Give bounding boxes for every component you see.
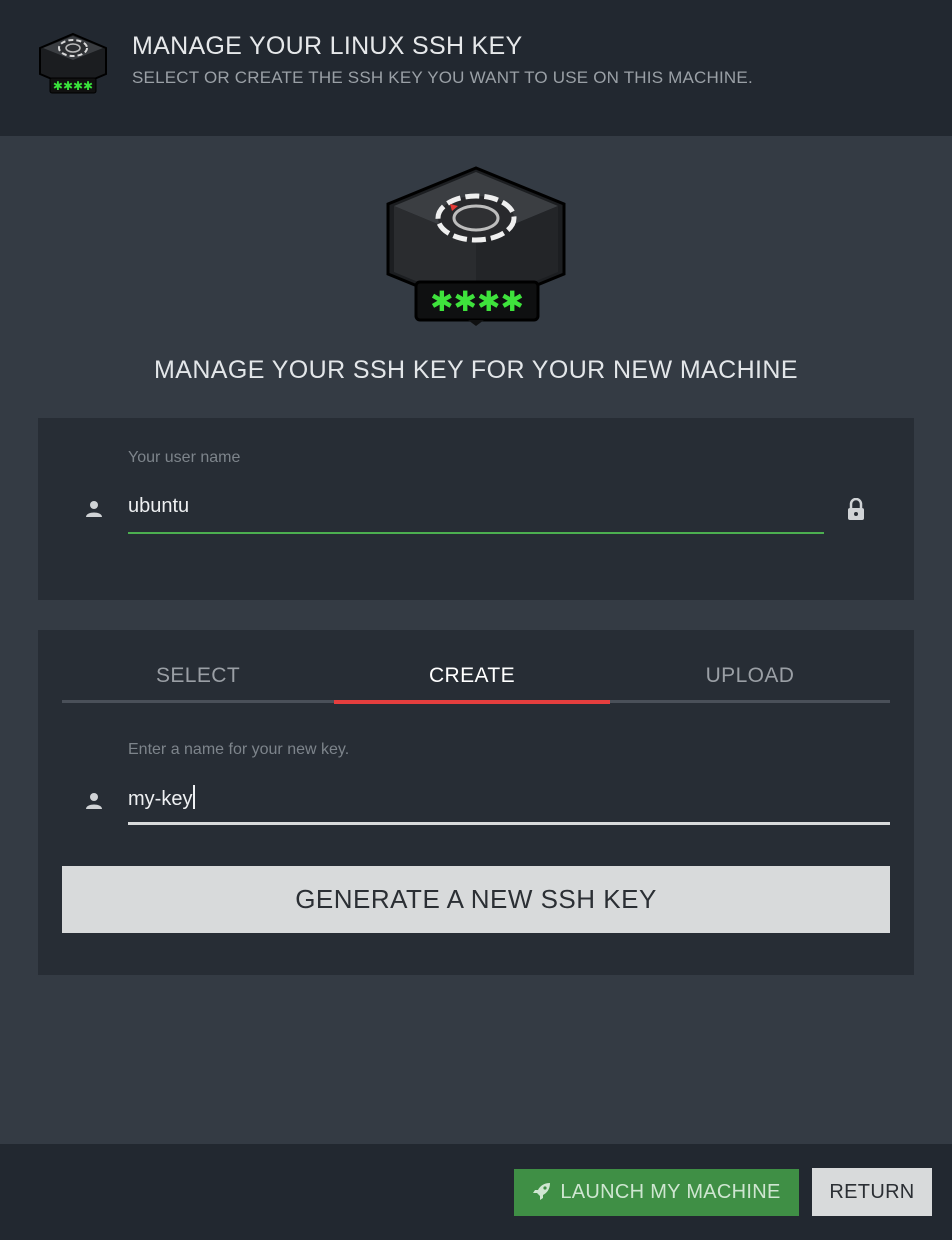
- tab-select[interactable]: SELECT: [62, 664, 334, 700]
- username-label: Your user name: [128, 449, 241, 466]
- tab-create[interactable]: CREATE: [334, 664, 610, 700]
- tab-upload[interactable]: UPLOAD: [610, 664, 890, 700]
- username-card: Your user name ubuntu: [38, 418, 914, 600]
- person-icon: [86, 501, 102, 517]
- main-title: MANAGE YOUR SSH KEY FOR YOUR NEW MACHINE: [154, 356, 798, 384]
- active-tab-indicator: [334, 700, 610, 704]
- text-caret: [193, 785, 196, 809]
- username-underline: [128, 532, 824, 534]
- username-field[interactable]: ubuntu: [128, 495, 189, 518]
- key-name-underline: [128, 822, 890, 825]
- key-name-value: my-key: [128, 788, 193, 810]
- svg-text:✱✱✱✱: ✱✱✱✱: [430, 285, 524, 318]
- key-name-input[interactable]: my-key: [128, 785, 196, 811]
- key-tabs: SELECT CREATE UPLOAD: [62, 664, 890, 704]
- page-header: ✱✱✱✱ MANAGE YOUR LINUX SSH KEY SELECT OR…: [0, 0, 952, 136]
- launch-machine-button[interactable]: LAUNCH MY MACHINE: [514, 1169, 799, 1216]
- key-name-label: Enter a name for your new key.: [128, 741, 350, 758]
- return-button[interactable]: RETURN: [812, 1168, 932, 1216]
- ssh-key-card: SELECT CREATE UPLOAD Enter a name for yo…: [38, 630, 914, 975]
- ssh-key-device-icon: ✱✱✱✱: [386, 166, 566, 326]
- page-footer: LAUNCH MY MACHINE RETURN: [0, 1144, 952, 1240]
- person-icon: [86, 793, 102, 809]
- svg-text:✱✱✱✱: ✱✱✱✱: [53, 79, 93, 93]
- launch-button-label: LAUNCH MY MACHINE: [560, 1181, 781, 1203]
- ssh-key-device-icon: ✱✱✱✱: [39, 32, 107, 94]
- header-subtitle: SELECT OR CREATE THE SSH KEY YOU WANT TO…: [132, 68, 753, 87]
- lock-icon: [848, 498, 864, 520]
- generate-key-button[interactable]: GENERATE A NEW SSH KEY: [62, 866, 890, 933]
- header-title: MANAGE YOUR LINUX SSH KEY: [132, 32, 523, 60]
- rocket-icon: [533, 1183, 551, 1200]
